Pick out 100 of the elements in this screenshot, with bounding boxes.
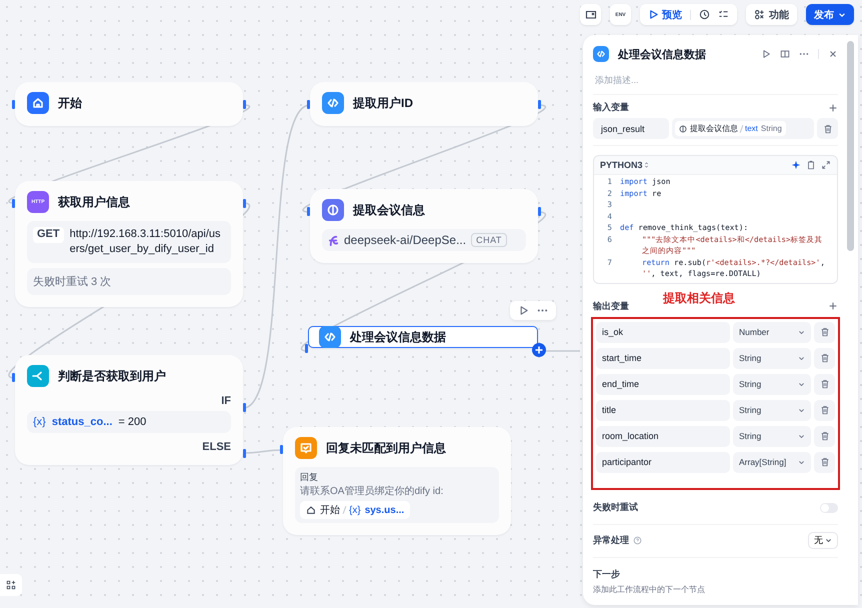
variable-selector[interactable]: 提取会议信息 text String <box>672 118 814 139</box>
retry-info: 失败时重试 3 次 <box>27 268 231 295</box>
layout-icon <box>6 580 16 590</box>
variable-name: text <box>745 124 758 133</box>
section-title: 输入变量 <box>593 101 629 114</box>
connection-handle[interactable] <box>538 207 541 216</box>
variable-name-field[interactable]: room_location <box>596 426 730 446</box>
workflow-node[interactable]: 处理会议信息数据 <box>308 326 538 348</box>
history-icon[interactable] <box>699 9 710 20</box>
mode-tag: CHAT <box>471 233 507 247</box>
type-dropdown[interactable]: Array[String] <box>733 452 811 472</box>
delete-button[interactable] <box>814 400 835 420</box>
node-title: 回复未匹配到用户信息 <box>326 440 446 456</box>
variable-name: sys.us... <box>364 504 404 516</box>
scrollbar[interactable] <box>847 41 854 251</box>
delete-button[interactable] <box>817 118 838 139</box>
type-dropdown[interactable]: Number <box>733 322 811 342</box>
variable-name: status_co... <box>52 416 112 428</box>
model-name: deepseek-ai/DeepSe... <box>344 233 466 247</box>
preview-button[interactable]: 预览 <box>648 8 682 22</box>
type-dropdown[interactable]: String <box>733 400 811 420</box>
trash-icon <box>820 353 830 363</box>
type-dropdown[interactable]: String <box>733 374 811 394</box>
workflow-node[interactable]: 提取会议信息 deepseek-ai/DeepSe... CHAT <box>310 189 538 263</box>
node-title: 提取用户ID <box>353 94 413 112</box>
variable-name-field[interactable]: participantor <box>596 452 730 472</box>
code-icon <box>322 92 344 114</box>
caret-icon <box>798 328 805 336</box>
brain-icon <box>322 199 344 221</box>
language-selector[interactable]: PYTHON3 <box>600 160 643 170</box>
workflow-node[interactable]: 回复未匹配到用户信息 回复 请联系OA管理员绑定你的dify id: 开始 {x} sys.us... <box>283 427 511 535</box>
book-icon[interactable] <box>780 49 790 59</box>
branch-icon <box>27 365 49 387</box>
delete-button[interactable] <box>814 348 835 368</box>
close-icon[interactable] <box>828 49 838 59</box>
node-title: 开始 <box>58 94 82 112</box>
type-dropdown[interactable]: String <box>733 426 811 446</box>
caret-icon <box>798 354 805 362</box>
layout-icon-button[interactable] <box>0 574 22 596</box>
checklist-icon[interactable] <box>718 9 729 20</box>
workflow-node[interactable]: 开始 <box>15 82 243 126</box>
variable-name-field[interactable]: start_time <box>596 348 730 368</box>
add-icon[interactable] <box>828 301 838 311</box>
sparkle-icon[interactable] <box>791 160 801 170</box>
connection-handle[interactable] <box>307 100 310 109</box>
node-title: 判断是否获取到用户 <box>58 368 166 384</box>
connection-handle[interactable] <box>12 199 15 208</box>
publish-button[interactable]: 发布 <box>806 4 854 25</box>
type-dropdown[interactable]: String <box>733 348 811 368</box>
connection-handle[interactable] <box>307 207 310 216</box>
add-icon[interactable] <box>828 102 838 112</box>
delete-button[interactable] <box>814 374 835 394</box>
delete-button[interactable] <box>814 426 835 446</box>
variable-name-field[interactable]: end_time <box>596 374 730 394</box>
connection-handle[interactable] <box>280 445 283 454</box>
add-icon[interactable] <box>532 343 546 357</box>
workflow-node[interactable]: 判断是否获取到用户 IF {x} status_co... = 200 ELSE <box>15 355 243 465</box>
variable-name-field[interactable]: json_result <box>593 118 669 139</box>
copy-icon[interactable] <box>806 160 816 170</box>
trash-icon <box>820 327 830 337</box>
code-icon <box>319 326 341 348</box>
home-icon <box>27 92 49 114</box>
caret-icon <box>798 432 805 440</box>
connection-handle[interactable] <box>538 100 541 109</box>
run-icon[interactable] <box>518 305 529 316</box>
method-tag: GET <box>33 227 64 243</box>
connection-handle[interactable] <box>12 100 15 109</box>
connection-handle[interactable] <box>243 199 246 208</box>
trash-icon <box>820 431 830 441</box>
connection-handle[interactable] <box>305 344 308 353</box>
case-label: IF <box>220 395 231 407</box>
screen-icon-button[interactable] <box>580 4 601 25</box>
connection-handle[interactable] <box>243 449 246 458</box>
answer-text: 请联系OA管理员绑定你的dify id: <box>300 484 444 498</box>
sort-icon <box>644 161 649 169</box>
features-button[interactable]: 功能 <box>746 4 797 25</box>
caret-icon <box>838 10 846 18</box>
section-title: 输出变量 <box>593 300 629 312</box>
delete-button[interactable] <box>814 322 835 342</box>
help-icon <box>633 536 642 545</box>
panel-title: 处理会议信息数据 <box>618 48 707 62</box>
variable-name-field[interactable]: is_ok <box>596 322 730 342</box>
run-icon[interactable] <box>761 49 771 59</box>
description-field[interactable]: 添加描述... <box>593 72 842 88</box>
screen-icon <box>584 8 596 20</box>
error-handling-dropdown[interactable]: 无 <box>808 532 838 549</box>
trash-icon <box>820 405 830 415</box>
delete-button[interactable] <box>814 452 835 472</box>
connection-handle[interactable] <box>243 403 246 412</box>
connection-handle[interactable] <box>243 100 246 109</box>
trash-icon <box>820 379 830 389</box>
trash-icon <box>822 124 832 134</box>
workflow-node[interactable]: 提取用户ID <box>310 82 538 126</box>
variable-type: String <box>760 124 782 133</box>
connection-handle[interactable] <box>12 373 15 382</box>
case-label: ELSE <box>201 441 231 453</box>
play-icon <box>648 9 659 20</box>
variable-name-field[interactable]: title <box>596 400 730 420</box>
expand-icon[interactable] <box>821 160 831 170</box>
chat-icon <box>295 437 317 459</box>
